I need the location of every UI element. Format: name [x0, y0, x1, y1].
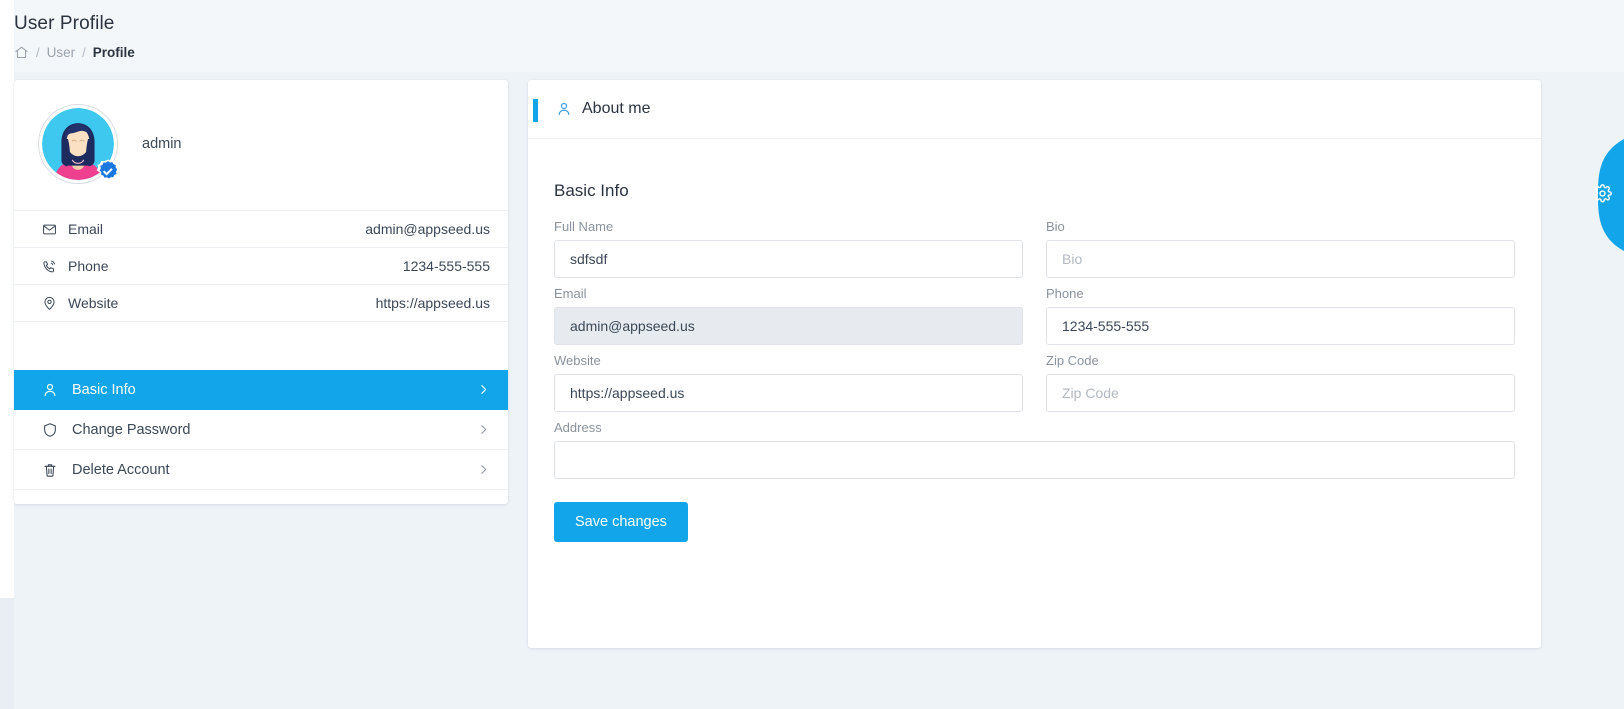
sidebar-item-delete-account[interactable]: Delete Account	[14, 450, 508, 490]
location-icon	[42, 296, 62, 311]
save-changes-button[interactable]: Save changes	[554, 502, 688, 542]
address-input[interactable]	[554, 441, 1515, 479]
info-value-website: https://appseed.us	[375, 295, 490, 311]
field-address: Address	[554, 420, 1515, 479]
about-me-body: Basic Info Full Name Bio Email Phone Web…	[528, 139, 1541, 550]
breadcrumb-separator-1: /	[36, 45, 40, 60]
sidebar-item-label-basic-info: Basic Info	[72, 381, 136, 398]
home-icon[interactable]	[14, 45, 29, 60]
mail-icon	[42, 222, 62, 237]
breadcrumb-item-user[interactable]: User	[47, 45, 76, 60]
field-full-name: Full Name	[554, 219, 1023, 278]
info-value-phone: 1234-555-555	[402, 258, 490, 274]
breadcrumb-separator-2: /	[82, 45, 86, 60]
chevron-right-icon	[477, 463, 490, 476]
profile-summary: admin	[14, 80, 508, 210]
user-icon	[42, 382, 64, 398]
label-zip-code: Zip Code	[1046, 353, 1099, 368]
breadcrumb-item-profile: Profile	[92, 45, 135, 60]
menu-spacer	[14, 322, 508, 370]
website-input[interactable]	[554, 374, 1023, 412]
info-row-phone: Phone 1234-555-555	[14, 248, 508, 285]
profile-info-list: Email admin@appseed.us Phone 1234-555-55…	[14, 210, 508, 322]
phone-input[interactable]	[1046, 307, 1515, 345]
full-name-input[interactable]	[554, 240, 1023, 278]
page-title: User Profile	[14, 13, 115, 34]
card-bottom-padding	[14, 490, 508, 504]
trash-icon	[42, 462, 64, 478]
profile-card: admin Email admin@appseed.us Phone 1234-…	[14, 80, 508, 504]
info-label-email: Email	[68, 221, 104, 237]
page-header: User Profile / User / Profile	[14, 0, 1624, 72]
info-value-email: admin@appseed.us	[365, 221, 490, 237]
label-phone: Phone	[1046, 286, 1084, 301]
sidebar-item-basic-info[interactable]: Basic Info	[14, 370, 508, 410]
section-title-basic-info: Basic Info	[554, 181, 629, 200]
about-me-card: About me Basic Info Full Name Bio Email …	[528, 80, 1541, 648]
chevron-right-icon	[477, 423, 490, 436]
email-input	[554, 307, 1023, 345]
label-bio: Bio	[1046, 219, 1065, 234]
info-row-website: Website https://appseed.us	[14, 285, 508, 322]
user-icon	[556, 101, 572, 117]
field-phone: Phone	[1046, 286, 1515, 345]
verified-badge-icon	[96, 159, 120, 181]
label-address: Address	[554, 420, 602, 435]
basic-info-form: Full Name Bio Email Phone Website Zip Co	[554, 219, 1515, 550]
field-bio: Bio	[1046, 219, 1515, 278]
info-row-email: Email admin@appseed.us	[14, 211, 508, 248]
zip-code-input[interactable]	[1046, 374, 1515, 412]
phone-icon	[42, 259, 62, 274]
breadcrumb: / User / Profile	[14, 45, 1624, 60]
chevron-right-icon	[477, 383, 490, 396]
profile-username: admin	[142, 136, 182, 152]
header-accent-bar	[533, 99, 538, 122]
label-full-name: Full Name	[554, 219, 614, 234]
info-label-phone: Phone	[68, 258, 109, 274]
label-website: Website	[554, 353, 601, 368]
label-email: Email	[554, 286, 587, 301]
shield-icon	[42, 422, 64, 438]
field-website: Website	[554, 353, 1023, 412]
gear-icon	[1593, 184, 1612, 208]
about-me-header: About me	[528, 80, 1541, 139]
field-zip-code: Zip Code	[1046, 353, 1515, 412]
info-label-website: Website	[68, 295, 119, 311]
sidebar-item-change-password[interactable]: Change Password	[14, 410, 508, 450]
about-me-title: About me	[582, 100, 651, 117]
sidebar-item-label-change-password: Change Password	[72, 421, 191, 438]
form-actions: Save changes	[554, 487, 1515, 542]
sidebar-item-label-delete-account: Delete Account	[72, 461, 170, 478]
avatar	[38, 104, 120, 184]
field-email: Email	[554, 286, 1023, 345]
bio-input[interactable]	[1046, 240, 1515, 278]
settings-tab[interactable]	[1564, 139, 1624, 251]
left-gutter-lower	[0, 598, 14, 709]
